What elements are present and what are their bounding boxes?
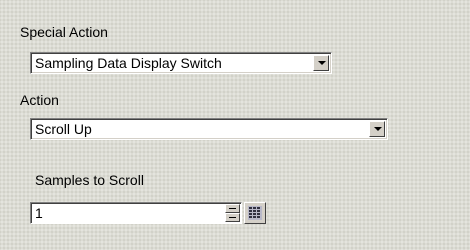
chevron-down-icon	[318, 61, 326, 65]
chevron-down-icon	[374, 127, 382, 131]
special-action-dropdown-button[interactable]	[313, 55, 329, 71]
spin-up-line-icon	[229, 208, 236, 209]
keypad-icon	[248, 206, 262, 220]
special-action-label: Special Action	[20, 24, 108, 40]
action-dropdown[interactable]: Scroll Up	[30, 118, 388, 140]
samples-to-scroll-label: Samples to Scroll	[35, 172, 144, 188]
special-action-dropdown[interactable]: Sampling Data Display Switch	[30, 52, 332, 74]
samples-to-scroll-input[interactable]: 1	[30, 202, 242, 224]
spin-up-down-icon[interactable]	[225, 204, 240, 222]
special-action-value: Sampling Data Display Switch	[35, 55, 222, 71]
spin-down-button[interactable]	[225, 213, 240, 222]
action-value: Scroll Up	[35, 121, 92, 137]
spin-up-button[interactable]	[225, 204, 240, 213]
spin-down-line-icon	[229, 217, 236, 218]
keypad-button[interactable]	[244, 202, 266, 224]
action-dropdown-button[interactable]	[369, 121, 385, 137]
samples-to-scroll-value: 1	[35, 205, 43, 221]
action-label: Action	[20, 92, 59, 108]
